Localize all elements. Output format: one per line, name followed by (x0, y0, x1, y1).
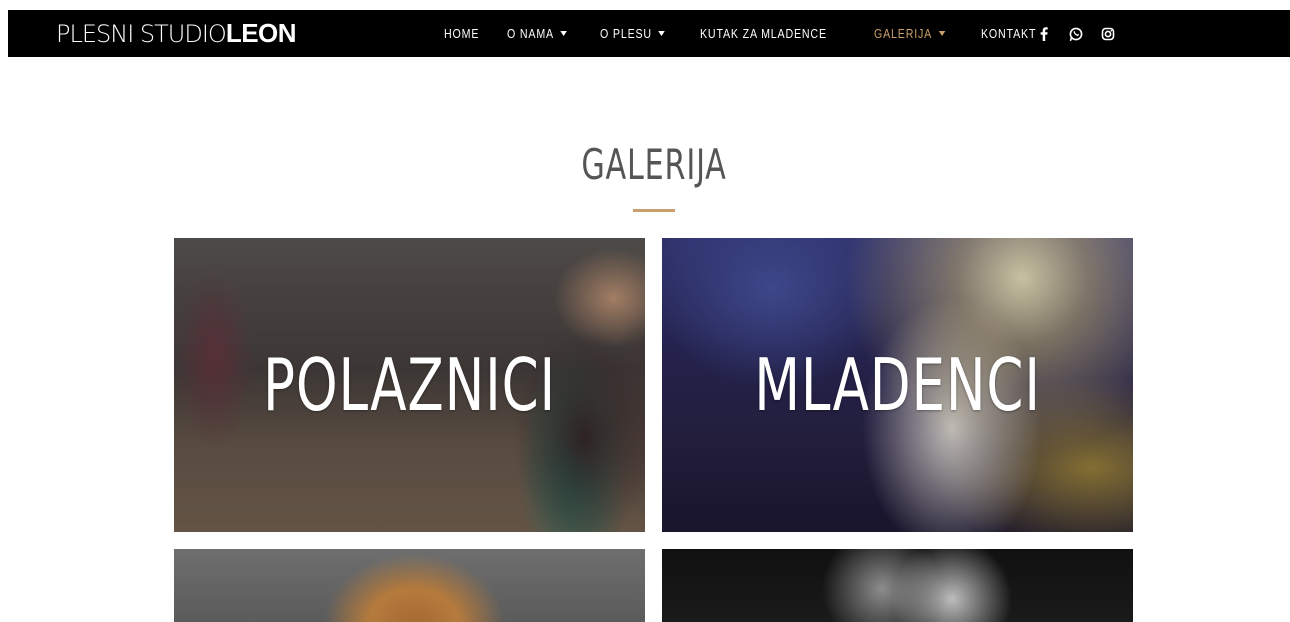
site-logo[interactable]: PLESNI STUDIOLEON (56, 18, 297, 48)
gallery-tile-4[interactable] (662, 549, 1133, 622)
social-links (1035, 25, 1117, 43)
menu-item-label: O PLESU (600, 26, 653, 41)
menu-item-galerija[interactable]: GALERIJA (874, 26, 946, 41)
gallery-tile-3[interactable] (174, 549, 645, 622)
gallery-tile-polaznici[interactable]: POLAZNICI (174, 238, 645, 532)
menu-item-kontakt[interactable]: KONTAKT (981, 26, 1036, 41)
menu-item-o-nama[interactable]: O NAMA (507, 26, 568, 41)
page-title: GALERIJA (581, 140, 727, 190)
logo-text-bold: LEON (225, 18, 297, 48)
logo-text-light: PLESNI STUDIO (56, 20, 227, 48)
gallery-tile-label: MLADENCI (754, 343, 1041, 427)
caret-down-icon (658, 31, 666, 36)
top-navbar: PLESNI STUDIOLEON HOME O NAMA O PLESU KU… (8, 10, 1290, 57)
gallery-tile-mladenci[interactable]: MLADENCI (662, 238, 1133, 532)
whatsapp-icon[interactable] (1067, 25, 1085, 43)
menu-item-o-plesu[interactable]: O PLESU (600, 26, 666, 41)
menu-item-label: HOME (444, 26, 480, 41)
menu-item-home[interactable]: HOME (444, 26, 479, 41)
title-divider (633, 209, 675, 212)
menu-item-label: GALERIJA (874, 26, 933, 41)
gallery-image (662, 549, 1133, 622)
main-menu: HOME O NAMA O PLESU KUTAK ZA MLADENCE GA… (444, 10, 1117, 57)
menu-item-label: O NAMA (507, 26, 554, 41)
menu-item-kutak-za-mladence[interactable]: KUTAK ZA MLADENCE (700, 26, 827, 41)
instagram-icon[interactable] (1099, 25, 1117, 43)
menu-item-label: KONTAKT (981, 26, 1037, 41)
menu-item-label: KUTAK ZA MLADENCE (699, 26, 827, 41)
caret-down-icon (939, 31, 946, 36)
gallery-tile-label: POLAZNICI (263, 343, 556, 427)
caret-down-icon (560, 31, 568, 36)
facebook-icon[interactable] (1035, 25, 1053, 43)
gallery-image (174, 549, 645, 622)
